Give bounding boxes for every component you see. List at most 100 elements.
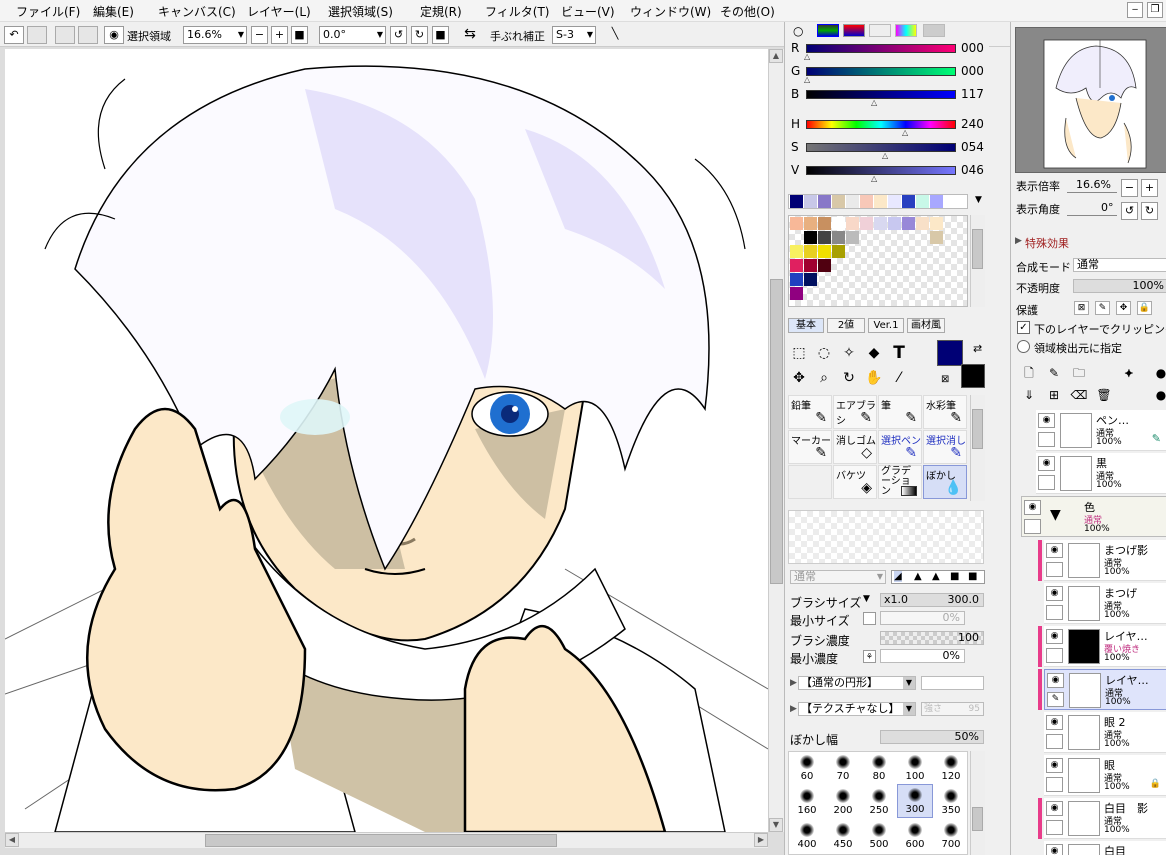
eye-icon[interactable]: ◉ xyxy=(104,26,124,44)
rgb-slider-icon[interactable] xyxy=(817,24,839,37)
layer-select-checkbox[interactable] xyxy=(1046,820,1063,835)
brush-size-500[interactable]: 500 xyxy=(861,820,897,854)
brush-select-eraser[interactable]: 選択消し ✎ xyxy=(923,430,967,464)
brush-pencil[interactable]: 鉛筆 ✎ xyxy=(788,395,832,429)
protect-move-icon[interactable]: ✥ xyxy=(1116,301,1131,315)
scroll-up-arrow[interactable]: ▲ xyxy=(769,49,783,63)
move-icon[interactable]: ✥ xyxy=(789,368,809,388)
layer-item[interactable]: ◉ 白目 xyxy=(1044,841,1166,855)
scroll-left-arrow[interactable]: ◀ xyxy=(5,833,19,847)
delete-layer-icon[interactable]: 🗑 xyxy=(1094,385,1114,405)
layer-item[interactable]: ◉ レイヤ… 覆い焼き 100% xyxy=(1044,626,1166,667)
layer-item[interactable]: ◉ 眼通常 100% 🔒 xyxy=(1044,755,1166,796)
color-wheel-icon[interactable]: ○ xyxy=(793,24,803,38)
layer-folder[interactable]: ◉ ▼ 色通常 100% xyxy=(1021,496,1166,537)
nav-rotate-right-button[interactable]: ↻ xyxy=(1141,202,1158,220)
brush-blur[interactable]: ぼかし 💧 xyxy=(923,465,967,499)
shapes-icon[interactable]: ◆ xyxy=(864,343,884,363)
min-density-toggle[interactable]: ⚘ xyxy=(863,650,876,663)
brush-gradation[interactable]: グラデーション xyxy=(878,465,922,499)
menu-ruler[interactable]: 定規(R) xyxy=(420,3,462,20)
opacity-field[interactable]: 100% xyxy=(1073,279,1166,293)
s-value[interactable]: 054 xyxy=(961,140,984,154)
horizontal-scroll-thumb[interactable] xyxy=(205,834,557,847)
brush-size-scrollbar[interactable] xyxy=(970,751,985,855)
blur-width-field[interactable]: 50% xyxy=(880,730,984,744)
eye-icon[interactable]: ◉ xyxy=(1024,500,1041,515)
eyedropper-icon[interactable]: ⁄ xyxy=(889,368,909,388)
history-dropdown-icon[interactable]: ▼ xyxy=(975,195,982,205)
h-slider[interactable] xyxy=(806,120,956,129)
effects-expand-icon[interactable]: ▶ xyxy=(1015,236,1022,246)
eye-icon[interactable]: ◉ xyxy=(1046,801,1063,816)
protect-paint-icon[interactable]: ✎ xyxy=(1095,301,1110,315)
tab-binary[interactable]: 2値 xyxy=(827,318,865,333)
brush-grid-scrollbar[interactable] xyxy=(970,395,985,501)
menu-view[interactable]: ビュー(V) xyxy=(561,3,615,20)
brush-size-350[interactable]: 350 xyxy=(933,786,969,820)
drawing-canvas[interactable] xyxy=(5,49,768,832)
hsv-slider-icon[interactable] xyxy=(843,24,865,37)
size-dropdown-icon[interactable]: ▼ xyxy=(863,594,870,604)
min-density-field[interactable]: 0% xyxy=(880,649,965,663)
menu-window[interactable]: ウィンドウ(W) xyxy=(630,3,711,20)
rect-select-icon[interactable]: ⬚ xyxy=(789,343,809,363)
swatch-grid[interactable] xyxy=(788,215,968,307)
menu-canvas[interactable]: キャンバス(C) xyxy=(158,3,236,20)
brush-size-700[interactable]: 700 xyxy=(933,820,969,854)
special-effects-label[interactable]: 特殊効果 xyxy=(1025,235,1069,251)
brush-texture-select[interactable]: 【テクスチャなし】 ▼ xyxy=(798,702,916,716)
menu-layer[interactable]: レイヤー(L) xyxy=(247,3,311,20)
layer-select-checkbox[interactable] xyxy=(1046,777,1063,792)
brush-mode-select[interactable]: 通常 ▼ xyxy=(790,570,886,584)
menu-selection[interactable]: 選択領域(S) xyxy=(328,3,393,20)
brush-shape-strength[interactable] xyxy=(921,676,984,690)
eye-icon[interactable]: ◉ xyxy=(1038,413,1055,428)
eye-icon[interactable]: ◉ xyxy=(1046,629,1063,644)
layer-mask-icon[interactable]: ⯌ xyxy=(1119,363,1139,383)
r-value[interactable]: 000 xyxy=(961,41,984,55)
magic-wand-icon[interactable]: ✧ xyxy=(839,343,859,363)
nav-zoom-out-button[interactable]: − xyxy=(1121,179,1138,197)
eye-icon[interactable]: ◉ xyxy=(1046,586,1063,601)
eye-icon[interactable]: ◉ xyxy=(1046,543,1063,558)
brush-marker[interactable]: マーカー ✎ xyxy=(788,430,832,464)
b-value[interactable]: 117 xyxy=(961,87,984,101)
brush-size-400[interactable]: 400 xyxy=(789,820,825,854)
texture-expand-icon[interactable]: ▶ xyxy=(790,704,797,714)
brush-size-70[interactable]: 70 xyxy=(825,752,861,786)
brush-bucket[interactable]: バケツ ◈ xyxy=(833,465,877,499)
v-slider-handle[interactable]: △ xyxy=(871,174,877,183)
mixer-icon[interactable] xyxy=(869,24,891,37)
zoom-out-button[interactable]: − xyxy=(251,26,268,44)
eye-icon[interactable]: ◉ xyxy=(1046,715,1063,730)
h-slider-handle[interactable]: △ xyxy=(902,128,908,137)
nav-rotate-left-button[interactable]: ↺ xyxy=(1121,202,1138,220)
new-folder-icon[interactable]: 🗀 xyxy=(1069,363,1089,383)
brush-size-field[interactable]: x1.0 300.0 xyxy=(880,593,984,607)
minimize-button[interactable]: ‒ xyxy=(1127,2,1143,18)
clear-layer-icon[interactable]: ⌫ xyxy=(1069,385,1089,405)
nav-zoom-slider[interactable] xyxy=(1067,192,1117,193)
layer-select-checkbox[interactable] xyxy=(1046,734,1063,749)
folder-collapse-icon[interactable]: ▼ xyxy=(1050,507,1061,523)
layer-item[interactable]: ◉ まつげ影 通常 100% xyxy=(1044,540,1166,581)
new-layer-icon[interactable]: 🗋 xyxy=(1019,363,1039,383)
tab-ver1[interactable]: Ver.1 xyxy=(868,318,904,333)
b-slider[interactable] xyxy=(806,90,956,99)
texture-strength-field[interactable]: 強さ 95 xyxy=(921,702,984,716)
r-slider-handle[interactable]: △ xyxy=(804,52,810,61)
lasso-icon[interactable]: ◌ xyxy=(814,343,834,363)
nav-zoom-value[interactable]: 16.6% xyxy=(1076,178,1111,191)
shape-expand-icon[interactable]: ▶ xyxy=(790,678,797,688)
min-size-field[interactable]: 0% xyxy=(880,611,965,625)
swatches-icon[interactable] xyxy=(895,24,917,37)
brush-density-field[interactable]: 100 xyxy=(880,631,984,645)
zoom-icon[interactable]: ⌕ xyxy=(814,368,834,388)
text-icon[interactable]: T xyxy=(889,343,909,363)
brush-size-250[interactable]: 250 xyxy=(861,786,897,820)
menu-other[interactable]: その他(O) xyxy=(720,3,775,20)
new-linework-layer-icon[interactable]: ✎ xyxy=(1044,363,1064,383)
brush-size-600[interactable]: 600 xyxy=(897,820,933,854)
layer-select-checkbox[interactable] xyxy=(1046,605,1063,620)
